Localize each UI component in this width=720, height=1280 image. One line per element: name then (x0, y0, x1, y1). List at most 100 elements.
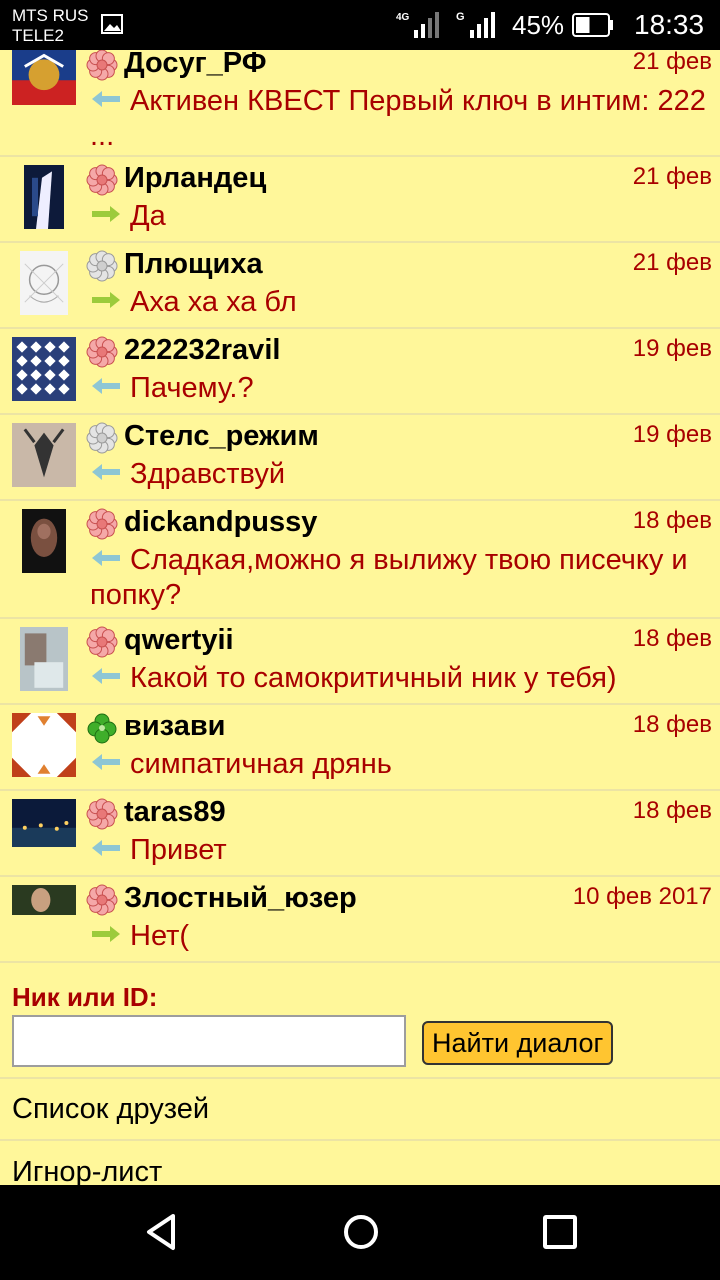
nick-or-id-input[interactable] (12, 1015, 406, 1067)
green-clover-icon (86, 712, 118, 744)
message-text: Здравствуй (130, 458, 286, 490)
dialog-row[interactable]: Плющиха 21 фев Аха ха ха бл (0, 243, 720, 329)
dialog-last-message[interactable]: симпатичная дрянь (90, 747, 706, 782)
dialog-nickname[interactable]: Плющиха (124, 248, 263, 281)
dialog-date: 19 фев (632, 335, 712, 362)
avatar[interactable] (20, 627, 68, 691)
dialog-last-message[interactable]: Пачему.? (90, 371, 706, 406)
pink-flower-icon (86, 164, 118, 196)
svg-text:G: G (456, 11, 465, 23)
outgoing-arrow-icon (90, 924, 122, 944)
pink-flower-icon (86, 626, 118, 658)
carrier-line-1: MTS RUS (12, 6, 89, 25)
incoming-arrow-icon (90, 838, 122, 858)
carrier-label: MTS RUS TELE2 (12, 6, 89, 46)
message-text: Какой то самокритичный ник у тебя) (130, 662, 617, 694)
message-text: Да (130, 200, 166, 232)
dialog-search-form: Ник или ID: Найти диалог (0, 980, 720, 1079)
navigation-bar (0, 1185, 720, 1280)
gray-flower-icon (86, 422, 118, 454)
status-bar: MTS RUS TELE2 4G G 45% 18:33 (0, 0, 720, 50)
carrier-line-2: TELE2 (12, 26, 64, 45)
dialog-row[interactable]: dickandpussy 18 фев Сладкая,можно я вылижу… (0, 501, 720, 619)
avatar[interactable] (12, 50, 76, 105)
pink-flower-icon (86, 336, 118, 368)
dialog-nickname[interactable]: Стелс_режим (124, 420, 319, 453)
dialog-last-message[interactable]: Привет (90, 833, 706, 868)
divider (0, 1139, 720, 1141)
incoming-arrow-icon (90, 462, 122, 482)
avatar[interactable] (12, 423, 76, 487)
dialog-last-message[interactable]: Активен КВЕСТ Первый ключ в интим: 222 .… (90, 84, 706, 154)
dialog-date: 21 фев (632, 163, 712, 190)
dialog-nickname[interactable]: qwertyii (124, 624, 234, 657)
dialog-date: 19 фев (632, 421, 712, 448)
home-icon[interactable] (336, 1207, 386, 1257)
dialog-list: Досуг_РФ 21 фев Активен КВЕСТ Первый ключ … (0, 50, 720, 963)
dialog-row[interactable]: Злостный_юзер 10 фев 2017 Нет( (0, 877, 720, 963)
dialog-date: 18 фев (632, 711, 712, 738)
avatar[interactable] (12, 885, 76, 915)
avatar[interactable] (12, 713, 76, 777)
avatar[interactable] (24, 165, 64, 229)
dialog-last-message[interactable]: Нет( (90, 919, 706, 954)
dialog-nickname[interactable]: визави (124, 710, 225, 743)
message-text: Пачему.? (130, 372, 254, 404)
avatar[interactable] (20, 251, 68, 315)
outgoing-arrow-icon (90, 204, 122, 224)
dialog-row[interactable]: Стелс_режим 19 фев Здравствуй (0, 415, 720, 501)
dialog-row[interactable]: taras89 18 фев Привет (0, 791, 720, 877)
message-text: Нет( (130, 920, 190, 952)
dialog-last-message[interactable]: Какой то самокритичный ник у тебя) (90, 661, 706, 696)
dialog-last-message[interactable]: Да (90, 199, 706, 234)
dialog-row[interactable]: визави 18 фев симпатичная дрянь (0, 705, 720, 791)
dialog-row[interactable]: qwertyii 18 фев Какой то самокритичный ник… (0, 619, 720, 705)
message-text: Активен КВЕСТ Первый ключ в интим: 222 .… (90, 85, 706, 152)
recents-icon[interactable] (535, 1207, 585, 1257)
dialog-page: Досуг_РФ 21 фев Активен КВЕСТ Первый ключ … (0, 50, 720, 1185)
battery-icon (572, 13, 613, 37)
dialog-row[interactable]: Досуг_РФ 21 фев Активен КВЕСТ Первый ключ … (0, 50, 720, 157)
dialog-row[interactable]: 222232ravil 19 фев Пачему.? (0, 329, 720, 415)
signal-4g-icon: 4G (396, 12, 439, 38)
back-icon[interactable] (136, 1207, 186, 1257)
avatar[interactable] (12, 337, 76, 401)
pink-flower-icon (86, 50, 118, 81)
gray-flower-icon (86, 250, 118, 282)
incoming-arrow-icon (90, 752, 122, 772)
dialog-date: 18 фев (632, 625, 712, 652)
dialog-nickname[interactable]: Ирландец (124, 162, 266, 195)
dialog-nickname[interactable]: Злостный_юзер (124, 882, 357, 915)
battery-percent: 45% (512, 10, 565, 40)
svg-text:4G: 4G (396, 12, 410, 23)
incoming-arrow-icon (90, 376, 122, 396)
incoming-arrow-icon (90, 666, 122, 686)
friends-list-link[interactable]: Список друзей (12, 1093, 209, 1126)
outgoing-arrow-icon (90, 290, 122, 310)
avatar[interactable] (12, 799, 76, 847)
find-dialog-button[interactable]: Найти диалог (422, 1021, 614, 1065)
dialog-last-message[interactable]: Аха ха ха бл (90, 285, 706, 320)
incoming-arrow-icon (90, 89, 122, 109)
dialog-date: 18 фев (632, 507, 712, 534)
dialog-nickname[interactable]: Досуг_РФ (124, 50, 267, 80)
dialog-date: 21 фев (632, 50, 712, 75)
search-label: Ник или ID: (12, 982, 158, 1012)
ignore-list-link[interactable]: Игнор-лист (12, 1156, 162, 1185)
dialog-nickname[interactable]: taras89 (124, 796, 226, 829)
dialog-row[interactable]: Ирландец 21 фев Да (0, 157, 720, 243)
dialog-nickname[interactable]: 222232ravil (124, 334, 280, 367)
message-text: Аха ха ха бл (130, 286, 297, 318)
avatar[interactable] (22, 509, 66, 573)
dialog-last-message[interactable]: Здравствуй (90, 457, 706, 492)
image-notification-icon (101, 14, 123, 34)
dialog-date: 18 фев (632, 797, 712, 824)
dialog-nickname[interactable]: dickandpussy (124, 506, 317, 539)
clock: 18:33 (634, 9, 705, 40)
pink-flower-icon (86, 798, 118, 830)
dialog-date: 10 фев 2017 (572, 883, 712, 910)
dialog-date: 21 фев (632, 249, 712, 276)
dialog-last-message[interactable]: Сладкая,можно я вылижу твою писечку и по… (90, 543, 706, 613)
signal-g-icon: G (456, 11, 495, 38)
message-text: Привет (130, 834, 227, 866)
